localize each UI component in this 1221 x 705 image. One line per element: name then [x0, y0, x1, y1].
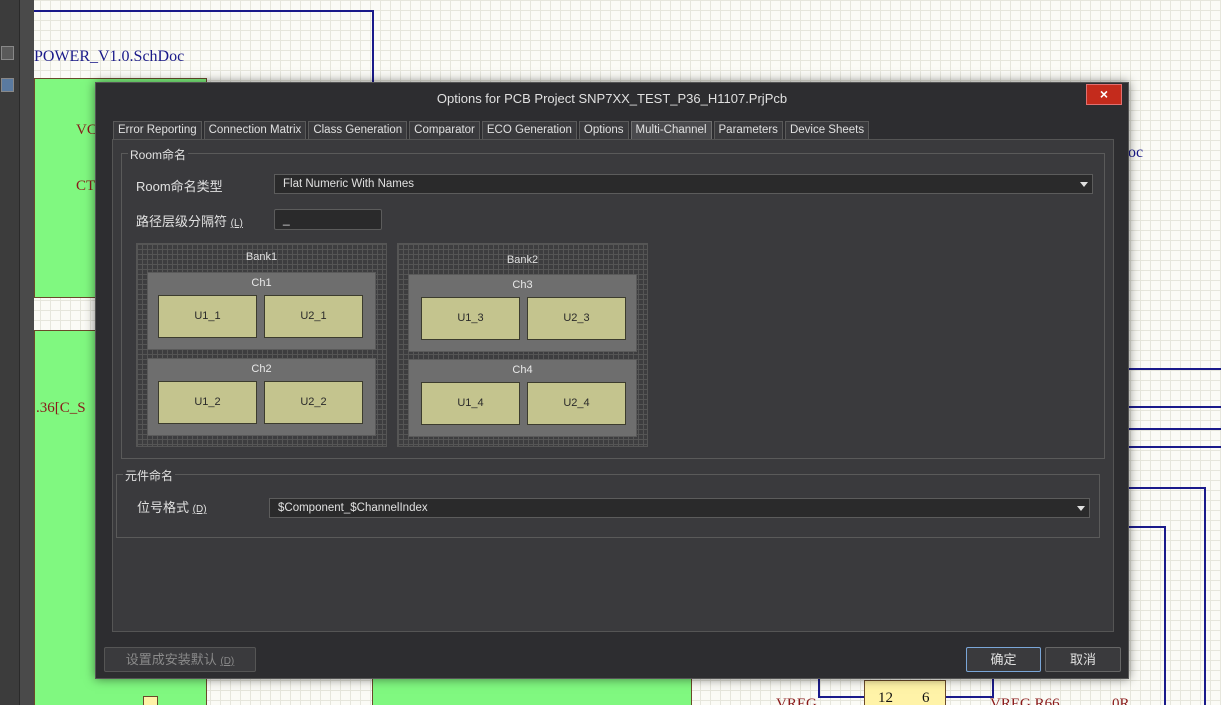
toolbar-button[interactable]: [1, 78, 14, 92]
component-box: U1_2: [158, 381, 257, 424]
component-box: U2_4: [527, 382, 626, 425]
set-install-default-button[interactable]: 设置成安装默认 (D): [104, 647, 256, 672]
separator-input[interactable]: _: [274, 209, 382, 230]
wire: [1204, 487, 1206, 705]
channel-box: Ch1 U1_1 U2_1: [147, 272, 376, 350]
wire: [992, 678, 994, 698]
room-group-legend: Room命名: [128, 146, 189, 163]
wire: [1128, 446, 1221, 448]
wire: [946, 696, 994, 698]
bank-preview: Bank2 Ch3 U1_3 U2_3 Ch4 U1_4 U2_4: [397, 243, 648, 447]
tab-options[interactable]: Options: [578, 121, 629, 140]
wire: [1128, 428, 1221, 430]
net-label: VREG R66: [990, 696, 1060, 705]
ok-button[interactable]: 确定: [966, 647, 1041, 672]
component-box: U1_1: [158, 295, 257, 338]
wire: [818, 678, 820, 698]
tab-multi-channel[interactable]: Multi-Channel: [630, 121, 712, 140]
component-naming-group: 元件命名 位号格式 (D) $Component_$ChannelIndex: [116, 467, 1100, 538]
room-naming-group: Room命名 Room命名类型 Flat Numeric With Names …: [121, 146, 1105, 459]
wire: [34, 10, 374, 12]
room-type-value: Flat Numeric With Names: [283, 178, 414, 190]
cancel-button[interactable]: 取消: [1045, 647, 1121, 672]
wire: [1128, 487, 1206, 489]
component-body[interactable]: [864, 680, 946, 705]
chevron-down-icon[interactable]: [1077, 506, 1085, 511]
tab-device-sheets[interactable]: Device Sheets: [784, 121, 870, 140]
sheet-text: CT: [76, 178, 96, 194]
tab-class-generation[interactable]: Class Generation: [308, 121, 408, 140]
room-type-label: Room命名类型: [136, 179, 223, 194]
channel-box: Ch4 U1_4 U2_4: [408, 359, 637, 437]
channel-box: Ch3 U1_3 U2_3: [408, 274, 637, 352]
bank-label: Bank1: [245, 251, 278, 263]
dialog-titlebar[interactable]: Options for PCB Project SNP7XX_TEST_P36_…: [96, 83, 1128, 113]
wire: [1164, 526, 1166, 705]
wire: [372, 10, 374, 82]
tab-comparator[interactable]: Comparator: [409, 121, 480, 140]
options-dialog: Options for PCB Project SNP7XX_TEST_P36_…: [95, 82, 1129, 679]
designator-format-hotkey: (D): [192, 504, 207, 515]
pin-number: 6: [922, 690, 930, 705]
left-panel: [20, 0, 34, 705]
set-install-default-hotkey: (D): [220, 656, 235, 667]
designator-format-text: 位号格式: [137, 500, 190, 515]
chevron-down-icon[interactable]: [1080, 182, 1088, 187]
wire: [1128, 526, 1166, 528]
designator-format-label: 位号格式 (D): [137, 497, 207, 516]
schematic-title: POWER_V1.0.SchDoc: [34, 48, 185, 65]
separator-hotkey: (L): [230, 218, 243, 229]
component-box: U2_2: [264, 381, 363, 424]
component-box: U2_1: [264, 295, 363, 338]
component-box: U1_4: [421, 382, 520, 425]
room-type-dropdown[interactable]: Flat Numeric With Names: [274, 174, 1093, 194]
dialog-title: Options for PCB Project SNP7XX_TEST_P36_…: [436, 91, 788, 106]
net-label: 0R: [1112, 696, 1130, 705]
left-toolbar: [0, 0, 20, 705]
separator-label: 路径层级分隔符 (L): [136, 211, 243, 230]
channel-box: Ch2 U1_2 U2_2: [147, 358, 376, 436]
designator-format-dropdown[interactable]: $Component_$ChannelIndex: [269, 498, 1090, 518]
wire: [1128, 406, 1221, 408]
tab-parameters[interactable]: Parameters: [713, 121, 783, 140]
tab-content-panel: Room命名 Room命名类型 Flat Numeric With Names …: [112, 139, 1114, 632]
sheet-text: VC: [76, 122, 97, 138]
tab-eco-generation[interactable]: ECO Generation: [481, 121, 577, 140]
wire: [818, 696, 864, 698]
sheet-symbol[interactable]: [372, 678, 692, 705]
pin-number: 12: [878, 690, 893, 705]
channel-label: Ch3: [512, 279, 533, 291]
set-install-default-label: 设置成安装默认: [125, 652, 217, 667]
channel-label: Ch4: [512, 364, 533, 376]
wire: [1128, 368, 1221, 370]
tab-connection-matrix[interactable]: Connection Matrix: [203, 121, 307, 140]
tab-error-reporting[interactable]: Error Reporting: [113, 121, 202, 140]
tab-bar: Error Reporting Connection Matrix Class …: [113, 121, 870, 140]
designator-format-value: $Component_$ChannelIndex: [278, 502, 428, 514]
component-box: U1_3: [421, 297, 520, 340]
sheet-text: .36[C_S: [36, 400, 86, 416]
schematic-text: oc: [1128, 144, 1144, 161]
net-label: VREG: [776, 696, 817, 705]
sheet-entry: [143, 696, 158, 705]
separator-label-text: 路径层级分隔符: [136, 214, 228, 229]
channel-label: Ch1: [251, 277, 272, 289]
bank-label: Bank2: [506, 254, 539, 266]
toolbar-button[interactable]: [1, 46, 14, 60]
close-icon[interactable]: ×: [1086, 84, 1122, 105]
channel-label: Ch2: [251, 363, 272, 375]
bank-preview: Bank1 Ch1 U1_1 U2_1 Ch2 U1_2 U2_2: [136, 243, 387, 447]
component-group-legend: 元件命名: [123, 467, 176, 484]
component-box: U2_3: [527, 297, 626, 340]
